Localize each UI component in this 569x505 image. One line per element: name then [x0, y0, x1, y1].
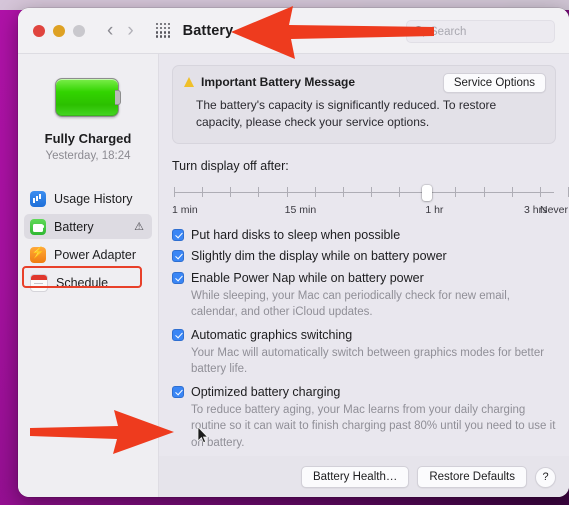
service-options-button[interactable]: Service Options: [442, 73, 546, 93]
forward-chevron-icon[interactable]: ›: [127, 21, 133, 40]
back-chevron-icon[interactable]: ‹: [107, 21, 113, 40]
slider-tick-label: 1 min: [172, 203, 198, 216]
charge-timestamp-text: Yesterday, 18:24: [45, 150, 131, 162]
navigation-arrows: ‹ ›: [107, 21, 134, 40]
checkbox-description: While sleeping, your Mac can periodicall…: [191, 289, 510, 319]
display-sleep-label: Turn display off after:: [172, 158, 289, 173]
slider-tick-label: Never: [540, 203, 569, 216]
slider-tick: [399, 186, 401, 197]
content-pane: Important Battery Message Service Option…: [159, 54, 569, 497]
charge-status-text: Fully Charged: [44, 131, 132, 146]
checkbox-row[interactable]: Optimized battery charging: [172, 385, 556, 399]
power-adapter-icon: [30, 246, 46, 263]
slider-tick: [511, 186, 513, 197]
sidebar-item-label: Power Adapter: [54, 247, 136, 262]
schedule-calendar-icon: [30, 273, 48, 292]
checkbox-checked-icon[interactable]: [172, 328, 184, 341]
slider-thumb[interactable]: [422, 184, 433, 201]
slider-tick: [371, 186, 372, 197]
minimize-button[interactable]: [53, 24, 65, 37]
usage-history-icon: [30, 190, 46, 207]
checkbox-row[interactable]: Put hard disks to sleep when possible: [172, 228, 556, 242]
slider-tick: [202, 186, 204, 197]
checkbox-label: Automatic graphics switching: [191, 327, 353, 342]
slider-tick: [314, 186, 316, 197]
window-titlebar: ‹ › Battery Search: [18, 8, 569, 54]
checkbox-checked-icon[interactable]: [172, 385, 184, 398]
checkbox-label: Slightly dim the display while on batter…: [191, 249, 447, 264]
slider-tick: [258, 186, 260, 197]
sidebar-item-schedule[interactable]: Schedule: [24, 270, 152, 295]
checkbox-row[interactable]: Slightly dim the display while on batter…: [172, 249, 556, 263]
slider-tick: [483, 186, 485, 197]
checkbox-checked-icon[interactable]: [172, 271, 184, 284]
slider-tick-labels: 1 min 15 min 1 hr 3 hrs Never: [172, 203, 568, 218]
sidebar: Fully Charged Yesterday, 18:24 Usage His…: [18, 54, 159, 497]
slider-tick-label: 15 min: [284, 203, 317, 216]
sidebar-item-battery[interactable]: Battery ⚠: [24, 214, 152, 239]
traffic-light-buttons: [33, 24, 85, 37]
battery-icon: [30, 218, 46, 235]
display-sleep-slider[interactable]: [172, 184, 569, 201]
slider-tick: [342, 186, 344, 197]
checkbox-checked-icon[interactable]: [172, 250, 184, 263]
restore-defaults-button[interactable]: Restore Defaults: [417, 466, 527, 488]
slider-tick: [174, 186, 175, 197]
slider-tick: [286, 186, 288, 197]
sidebar-item-label: Usage History: [54, 191, 133, 206]
warning-title: Important Battery Message: [201, 75, 356, 89]
bottom-button-bar: Battery Health… Restore Defaults ?: [159, 456, 569, 497]
search-icon: [414, 26, 425, 37]
checkbox-row[interactable]: Enable Power Nap while on battery power: [172, 271, 556, 285]
slider-tick-label: 1 hr: [425, 203, 444, 216]
sidebar-item-power-adapter[interactable]: Power Adapter: [24, 242, 152, 267]
sidebar-item-label: Schedule: [56, 275, 109, 290]
zoom-button[interactable]: [73, 24, 85, 37]
sidebar-item-label: Battery: [54, 219, 94, 234]
window-body: Fully Charged Yesterday, 18:24 Usage His…: [18, 54, 569, 497]
warning-triangle-icon: [184, 77, 194, 87]
checkbox-description: Your Mac will automatically switch betwe…: [191, 346, 545, 376]
page-title: Battery: [182, 22, 234, 39]
slider-tick: [230, 186, 232, 197]
checkbox-label: Put hard disks to sleep when possible: [191, 227, 401, 242]
checkbox-label: Optimized battery charging: [191, 384, 341, 399]
slider-tick: [455, 186, 457, 197]
warning-body-text: The battery's capacity is significantly …: [196, 98, 497, 130]
search-input[interactable]: Search: [406, 20, 555, 43]
desktop-background: ‹ › Battery Search Fully Charged Yesterd…: [0, 0, 569, 505]
help-button[interactable]: ?: [535, 466, 556, 488]
warning-triangle-icon: ⚠: [134, 221, 144, 233]
checkbox-description: To reduce battery aging, your Mac learns…: [191, 403, 556, 449]
sidebar-item-usage-history[interactable]: Usage History: [24, 186, 152, 211]
slider-tick: [539, 186, 541, 197]
battery-health-button[interactable]: Battery Health…: [300, 466, 410, 488]
display-sleep-section: Turn display off after: 1 min 15 min 1 hr 3…: [172, 158, 569, 218]
important-battery-message-card: Important Battery Message Service Option…: [172, 65, 556, 144]
checkbox-label: Enable Power Nap while on battery power: [191, 270, 424, 285]
battery-full-green-icon: [55, 78, 121, 117]
system-preferences-window: ‹ › Battery Search Fully Charged Yesterd…: [18, 8, 569, 497]
checkbox-row[interactable]: Automatic graphics switching: [172, 328, 556, 342]
close-button[interactable]: [33, 24, 45, 37]
sidebar-list: Usage History Battery ⚠ Power Adapter Sc…: [18, 186, 158, 295]
grid-apps-icon[interactable]: [155, 23, 171, 38]
checkbox-checked-icon[interactable]: [172, 228, 184, 241]
search-placeholder: Search: [430, 25, 467, 38]
